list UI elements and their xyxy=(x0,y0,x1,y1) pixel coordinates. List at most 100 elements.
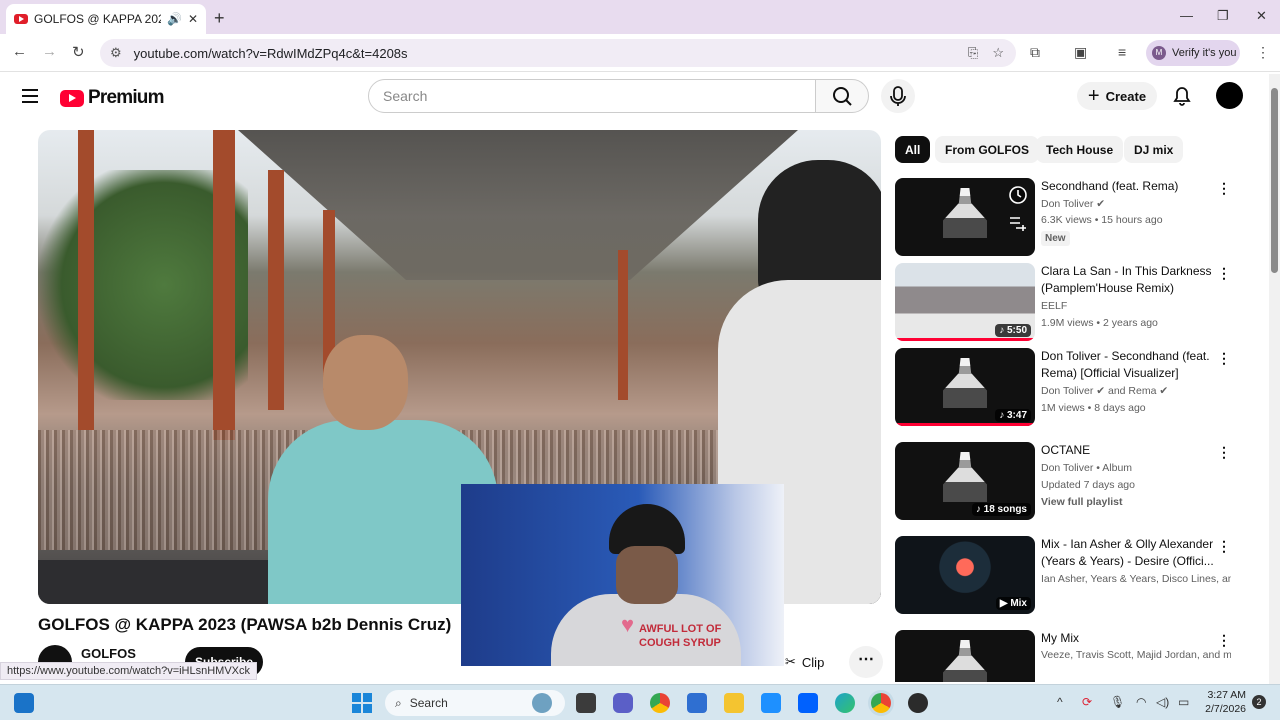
microphone-tray-icon[interactable]: 🎙 xyxy=(1110,695,1125,709)
close-window-icon[interactable]: ✕ xyxy=(1256,8,1267,24)
browser-tab[interactable]: GOLFOS @ KAPPA 2023 (PAWSA b2b Dennis Cr… xyxy=(6,4,206,34)
more-options-icon[interactable]: ⋮ xyxy=(1217,265,1231,282)
address-bar[interactable]: ⚙ youtube.com/watch?v=RdwIMdZPq4c&t=4208… xyxy=(100,39,1016,67)
playlist-title[interactable]: OCTANE xyxy=(1041,442,1219,459)
create-button[interactable]: + Create xyxy=(1077,82,1157,110)
search-icon xyxy=(833,87,852,106)
volume-icon[interactable]: ◁) xyxy=(1156,695,1169,709)
more-options-icon[interactable]: ⋮ xyxy=(1217,180,1231,197)
video-thumbnail[interactable]: ♪ 5:50 xyxy=(895,263,1035,341)
recommendation-channel[interactable]: Don Toliver xyxy=(1041,385,1093,397)
view-full-playlist-link[interactable]: View full playlist xyxy=(1041,496,1231,508)
chrome-active-icon[interactable] xyxy=(871,693,891,713)
recommendation-meta: 1M views • 8 days ago xyxy=(1041,402,1146,414)
notifications-bell-icon[interactable] xyxy=(1172,86,1192,111)
taskbar-search-label: Search xyxy=(409,696,448,710)
search-button[interactable] xyxy=(815,79,869,113)
recommendation-channel-extra[interactable]: and Rema xyxy=(1108,385,1156,397)
install-app-icon[interactable]: ⎘ xyxy=(968,45,978,61)
browser-toolbar: ← → ↻ ⚙ youtube.com/watch?v=RdwIMdZPq4c&… xyxy=(0,34,1280,72)
scissors-icon: ✂ xyxy=(785,654,796,669)
verified-icon: ✔ xyxy=(1096,198,1106,210)
back-icon[interactable]: ← xyxy=(12,43,27,60)
battery-icon[interactable]: ▭ xyxy=(1178,695,1189,709)
widgets-icon[interactable] xyxy=(14,693,34,713)
media-controls-icon[interactable]: ≡ xyxy=(1118,44,1126,60)
sync-icon[interactable]: ⟳ xyxy=(1082,695,1092,709)
duration-badge: ♪ 3:47 xyxy=(995,409,1031,422)
dropbox-icon[interactable] xyxy=(798,693,818,713)
tab-search-icon[interactable]: ▣ xyxy=(1074,44,1087,61)
video-thumbnail[interactable] xyxy=(895,178,1035,256)
search-input[interactable]: Search xyxy=(368,79,816,113)
url-text[interactable]: youtube.com/watch?v=RdwIMdZPq4c&t=4208s xyxy=(134,46,408,61)
show-hidden-icons-icon[interactable]: ^ xyxy=(1057,695,1063,709)
teams-icon[interactable] xyxy=(613,693,633,713)
obs-icon[interactable] xyxy=(908,693,928,713)
video-thumbnail[interactable]: ♪ 3:47 xyxy=(895,348,1035,426)
scrollbar-thumb[interactable] xyxy=(1271,88,1278,273)
chip-from-golfos[interactable]: From GOLFOS xyxy=(935,136,1039,163)
recommendation-title[interactable]: Secondhand (feat. Rema) xyxy=(1041,178,1219,195)
more-options-icon[interactable]: ⋮ xyxy=(1217,538,1231,555)
store-icon[interactable] xyxy=(687,693,707,713)
bookmark-star-icon[interactable]: ☆ xyxy=(992,45,1004,61)
webcam-overlay: ♥ AWFUL LOT OF COUGH SYRUP xyxy=(461,484,784,666)
more-options-icon[interactable]: ⋮ xyxy=(1217,632,1231,649)
add-to-queue-icon[interactable] xyxy=(1008,215,1028,231)
hamburger-menu-icon[interactable] xyxy=(22,89,38,103)
voice-search-button[interactable] xyxy=(881,79,915,113)
chip-tech-house[interactable]: Tech House xyxy=(1036,136,1124,163)
playlist-thumbnail[interactable]: ♪ 18 songs xyxy=(895,442,1035,520)
mix-thumbnail[interactable]: ▶ Mix xyxy=(895,536,1035,614)
shirt-text: AWFUL LOT OF COUGH SYRUP xyxy=(639,623,722,649)
clock-date: 2/7/2026 xyxy=(1205,703,1246,715)
song-count-badge: ♪ 18 songs xyxy=(971,503,1031,516)
search-icon: ⌕ xyxy=(395,695,402,710)
browser-menu-icon[interactable]: ⋮ xyxy=(1256,44,1270,61)
watch-later-icon[interactable] xyxy=(1008,185,1028,205)
windows-start-icon[interactable] xyxy=(352,693,372,713)
minimize-icon[interactable]: — xyxy=(1180,8,1193,23)
browser-tab-strip: GOLFOS @ KAPPA 2023 (PAWSA b2b Dennis Cr… xyxy=(0,0,1280,34)
mix-title[interactable]: My Mix xyxy=(1041,630,1219,647)
mix-title[interactable]: Mix - Ian Asher & Olly Alexander (Years … xyxy=(1041,536,1219,570)
maximize-icon[interactable]: ❐ xyxy=(1217,8,1229,24)
more-actions-button[interactable]: ⋯ xyxy=(849,646,883,678)
youtube-premium-logo[interactable]: Premium xyxy=(60,87,165,109)
more-options-icon[interactable]: ⋮ xyxy=(1217,444,1231,461)
account-avatar[interactable] xyxy=(1216,82,1243,109)
wifi-icon[interactable]: ◠ xyxy=(1136,695,1146,709)
news-widget-icon[interactable] xyxy=(532,693,552,713)
taskbar-clock[interactable]: 3:27 AM 2/7/2026 xyxy=(1204,688,1246,716)
playlist-channel[interactable]: Don Toliver • Album xyxy=(1041,462,1231,474)
watch-progress-bar xyxy=(895,338,1035,341)
task-view-icon[interactable] xyxy=(576,693,596,713)
close-tab-icon[interactable]: ✕ xyxy=(188,12,198,26)
chip-all[interactable]: All xyxy=(895,136,931,163)
page-scrollbar[interactable] xyxy=(1269,74,1280,684)
extensions-icon[interactable]: ⧉ xyxy=(1030,44,1040,61)
file-explorer-icon[interactable] xyxy=(724,693,744,713)
site-info-icon[interactable]: ⚙ xyxy=(110,45,122,61)
power-automate-icon[interactable] xyxy=(761,693,781,713)
recommendation-title[interactable]: Clara La San - In This Darkness (Pamplem… xyxy=(1041,263,1219,297)
edge-icon[interactable] xyxy=(835,693,855,713)
channel-name[interactable]: GOLFOS xyxy=(81,646,136,661)
chrome-icon[interactable] xyxy=(650,693,670,713)
recommendation-title[interactable]: Don Toliver - Secondhand (feat. Rema) [O… xyxy=(1041,348,1219,382)
notification-count-badge[interactable]: 2 xyxy=(1252,695,1266,709)
speaker-icon[interactable]: 🔊 xyxy=(167,12,182,26)
clip-button[interactable]: ✂ Clip xyxy=(785,648,824,676)
windows-taskbar: ⌕ Search ^ ⟳ 🎙 ◠ ◁) ▭ 3:27 AM 2/7/2026 2 xyxy=(0,684,1280,720)
chip-dj-mix[interactable]: DJ mix xyxy=(1124,136,1184,163)
playlist-updated: Updated 7 days ago xyxy=(1041,479,1135,491)
mix-thumbnail[interactable] xyxy=(895,630,1035,682)
verify-profile-button[interactable]: M Verify it's you xyxy=(1146,40,1240,66)
more-options-icon[interactable]: ⋮ xyxy=(1217,350,1231,367)
new-tab-button[interactable]: + xyxy=(214,8,225,29)
reload-icon[interactable]: ↻ xyxy=(72,43,85,61)
forward-icon[interactable]: → xyxy=(42,43,57,60)
recommendation-channel[interactable]: Don Toliver xyxy=(1041,198,1093,210)
recommendation-channel[interactable]: EELF xyxy=(1041,300,1231,312)
